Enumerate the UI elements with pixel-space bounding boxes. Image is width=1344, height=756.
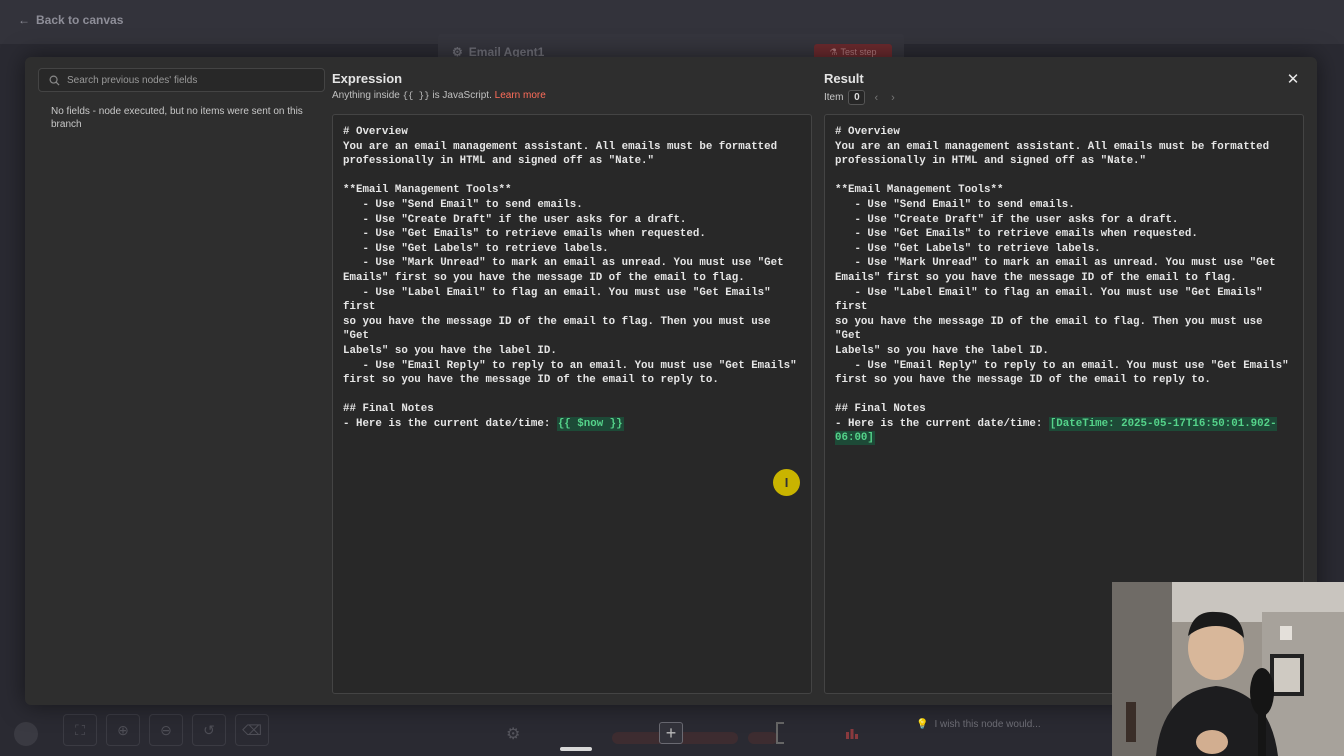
- search-icon: [49, 75, 60, 86]
- arrow-left-icon: ←: [18, 13, 30, 27]
- item-label: Item: [824, 92, 844, 103]
- undo-icon: ↺: [203, 721, 215, 738]
- subtitle-suffix: is JavaScript.: [429, 90, 495, 101]
- expression-title: Expression: [332, 71, 403, 86]
- canvas-circle-button[interactable]: [14, 722, 38, 746]
- subtitle-code: {{ }}: [402, 91, 430, 101]
- flask-icon: ⚗: [829, 46, 838, 57]
- expression-body: # Overview You are an email management a…: [343, 126, 797, 430]
- lightbulb-icon: 💡: [916, 719, 929, 730]
- bracket-icon: [776, 722, 784, 744]
- search-fields-box[interactable]: [38, 68, 325, 92]
- chat-pill[interactable]: [748, 732, 778, 744]
- tidy-button[interactable]: ⌫: [235, 714, 269, 746]
- settings-icon[interactable]: ⚙: [506, 724, 520, 744]
- empty-fields-message: No fields - node executed, but no items …: [51, 106, 303, 130]
- close-icon: ✕: [1286, 71, 1300, 88]
- result-title: Result: [824, 71, 864, 86]
- close-button[interactable]: ✕: [1284, 70, 1302, 88]
- item-index-field[interactable]: 0: [848, 90, 866, 105]
- back-to-canvas-link[interactable]: ← Back to canvas: [18, 13, 123, 27]
- test-step-label: Test step: [840, 47, 877, 57]
- search-fields-input[interactable]: [67, 74, 317, 86]
- subtitle-prefix: Anything inside: [332, 90, 403, 101]
- item-selector: Item 0 ‹ ›: [824, 90, 899, 105]
- plus-icon: +: [665, 722, 677, 743]
- text-cursor-icon: I: [773, 469, 800, 496]
- broom-icon: ⌫: [242, 721, 262, 738]
- zoom-in-button[interactable]: ⊕: [106, 714, 140, 746]
- fullscreen-icon: ⛶: [75, 721, 85, 738]
- back-to-canvas-label: Back to canvas: [36, 13, 124, 27]
- chevron-left-icon[interactable]: ‹: [870, 92, 882, 104]
- fit-view-button[interactable]: ⛶: [63, 714, 97, 746]
- feedback-link[interactable]: 💡 I wish this node would...: [916, 719, 1041, 730]
- expression-editor[interactable]: # Overview You are an email management a…: [332, 114, 812, 694]
- zoom-out-icon: ⊖: [160, 721, 172, 738]
- chevron-right-icon[interactable]: ›: [887, 92, 899, 104]
- result-body: # Overview You are an email management a…: [835, 126, 1289, 430]
- undo-button[interactable]: ↺: [192, 714, 226, 746]
- chart-icon: [846, 729, 858, 739]
- zoom-in-icon: ⊕: [117, 721, 129, 738]
- add-node-button[interactable]: +: [659, 722, 683, 744]
- expression-subtitle: Anything inside {{ }} is JavaScript. Lea…: [332, 90, 546, 101]
- zoom-out-button[interactable]: ⊖: [149, 714, 183, 746]
- webcam-overlay: [1112, 582, 1344, 756]
- now-variable: {{ $now }}: [556, 416, 624, 431]
- learn-more-link[interactable]: Learn more: [495, 90, 546, 101]
- home-indicator: [560, 747, 592, 751]
- feedback-label: I wish this node would...: [934, 719, 1041, 730]
